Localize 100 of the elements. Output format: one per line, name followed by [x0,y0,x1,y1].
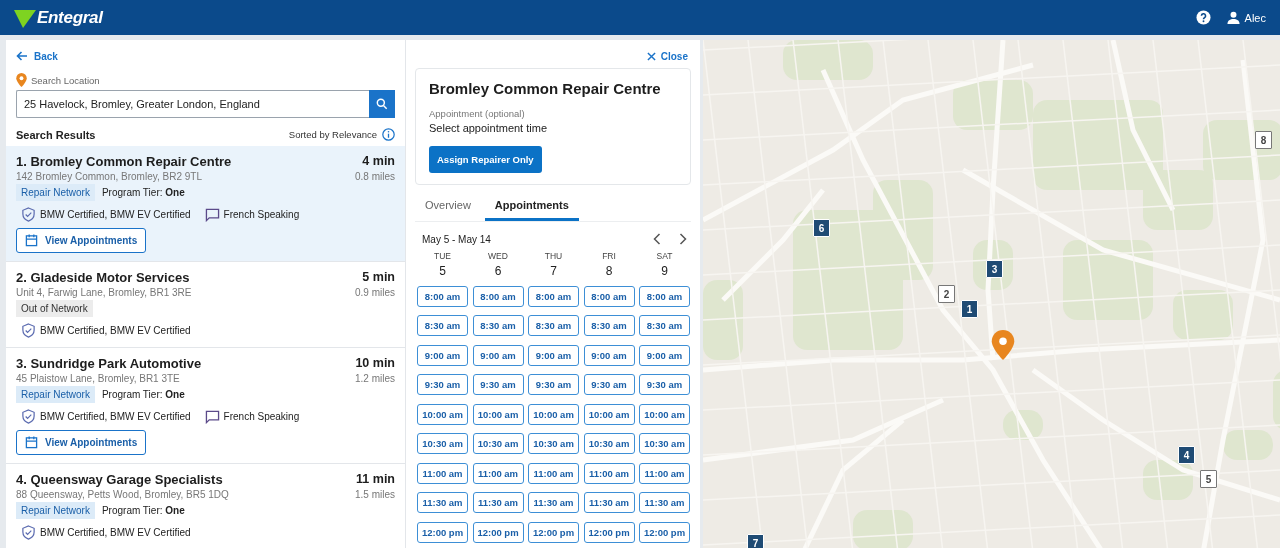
time-slot-button[interactable]: 11:00 am [639,462,690,484]
weekday-label: TUE [434,251,451,261]
drive-time: 11 min [356,472,395,487]
drive-time: 4 min [362,154,395,169]
time-slot-button[interactable]: 11:00 am [417,462,468,484]
time-slot-button[interactable]: 11:30 am [528,492,579,513]
close-link[interactable]: Close [646,51,688,62]
time-slot-button[interactable]: 10:30 am [472,433,524,454]
time-slot-button[interactable]: 8:30 am [639,315,690,336]
time-slot-button[interactable]: 11:00 am [528,462,579,484]
distance: 1.5 miles [355,489,395,500]
time-slot-button[interactable]: 9:00 am [417,344,468,366]
time-slot-button[interactable]: 8:30 am [417,315,468,336]
time-slot-button[interactable]: 9:30 am [528,374,579,395]
time-slot-button[interactable]: 11:30 am [472,492,524,513]
map-marker[interactable]: 2 [938,285,955,303]
time-slot-button[interactable]: 9:00 am [639,344,690,366]
time-slot-button[interactable]: 8:00 am [639,285,690,307]
map-marker[interactable]: 4 [1178,446,1195,464]
result-card[interactable]: 1. Bromley Common Repair Centre 4 min 142 Bromley Common, Bromley, BR2 9TL 0.8 miles Repair Network Program Tier: One BMW Certified, BMW EV Certified French Speaking View Appointments [6,146,405,262]
time-slot-button[interactable]: 12:00 pm [639,521,690,543]
view-appointments-button[interactable]: View Appointments [16,228,147,253]
map-marker[interactable]: 3 [986,260,1003,278]
time-slot-button[interactable]: 9:00 am [583,344,635,366]
time-slot-button[interactable]: 8:30 am [528,315,579,336]
weekday-label: FRI [602,251,616,261]
date-range: May 5 - May 14 [422,233,491,245]
back-link[interactable]: Back [16,50,58,62]
info-icon [382,128,395,141]
time-slot-button[interactable]: 8:00 am [583,285,635,307]
time-slot-button[interactable]: 10:30 am [528,433,579,454]
weekday-label: THU [544,251,563,261]
network-tag: Repair Network [16,502,95,519]
speech-bubble-icon [204,207,220,222]
language: French Speaking [223,209,300,220]
result-card[interactable]: 3. Sundridge Park Automotive 10 min 45 Plaistow Lane, Bromley, BR1 3TE 1.2 miles Repair Network Program Tier: One BMW Certified, BMW EV Certified French Speaking View Appointments [6,348,405,464]
time-slot-button[interactable]: 8:00 am [417,285,468,307]
map-marker[interactable]: 5 [1200,470,1217,488]
time-slot-button[interactable]: 12:00 pm [528,521,579,543]
time-slot-button[interactable]: 10:00 am [528,403,579,425]
logo-text: Entegral [37,7,103,28]
time-slot-button[interactable]: 8:30 am [583,315,635,336]
view-appointments-button[interactable]: View Appointments [16,430,147,455]
time-slot-button[interactable]: 9:30 am [472,374,524,395]
time-slot-button[interactable]: 11:30 am [417,492,468,513]
time-slot-button[interactable]: 9:30 am [639,374,690,395]
close-icon [646,52,656,61]
program-tier-label: Program Tier: One [101,187,185,198]
network-tag: Repair Network [16,184,95,201]
calendar-icon [25,436,38,449]
distance: 0.8 miles [355,171,395,182]
result-card[interactable]: 2. Gladeside Motor Services 5 min Unit 4, Farwig Lane, Bromley, BR1 3RE 0.9 miles Out of Network BMW Certified, BMW EV Certified [6,262,405,348]
time-slot-button[interactable]: 10:00 am [472,403,524,425]
time-slot-button[interactable]: 11:00 am [472,462,524,484]
tab[interactable]: Appointments [484,199,579,221]
time-slot-button[interactable]: 10:00 am [583,403,635,425]
time-slot-button[interactable]: 9:00 am [528,344,579,366]
help-icon[interactable] [1195,10,1211,25]
location-pin-icon [991,330,1015,360]
time-slot-button[interactable]: 8:00 am [472,285,524,307]
time-slot-button[interactable]: 9:30 am [417,374,468,395]
time-slot-button[interactable]: 11:30 am [639,492,690,513]
search-button[interactable] [369,90,395,118]
chevron-left-icon[interactable] [653,233,661,245]
time-slot-button[interactable]: 8:30 am [472,315,524,336]
results-heading: Search Results [16,128,96,141]
time-slot-button[interactable]: 9:00 am [472,344,524,366]
weekday-label: WED [488,251,508,261]
tab[interactable]: Overview [415,199,481,221]
program-tier-label: Program Tier: One [101,505,185,516]
network-tag: Out of Network [16,300,93,317]
map-marker[interactable]: 6 [813,219,830,237]
arrow-left-icon [16,51,28,61]
map-marker[interactable]: 1 [961,300,978,318]
logo-triangle-icon [14,7,36,28]
shield-check-icon [21,323,36,338]
time-slot-button[interactable]: 12:00 pm [472,521,524,543]
time-slot-button[interactable]: 11:30 am [583,492,635,513]
time-slot-button[interactable]: 10:30 am [583,433,635,454]
user-menu[interactable]: Alec [1226,11,1266,24]
assign-repairer-button[interactable]: Assign Repairer Only [429,146,542,173]
shield-check-icon [21,207,36,222]
time-slot-button[interactable]: 11:00 am [583,462,635,484]
map-marker[interactable]: 8 [1255,131,1272,149]
search-icon [375,97,389,111]
map-marker[interactable]: 7 [747,534,764,548]
result-card[interactable]: 4. Queensway Garage Specialists 11 min 88 Queensway, Petts Wood, Bromley, BR5 1DQ 1.5 miles Repair Network Program Tier: One BMW Certified, BMW EV Certified [6,464,405,548]
distance: 0.9 miles [355,287,395,298]
chevron-right-icon[interactable] [679,233,687,245]
time-slot-button[interactable]: 9:30 am [583,374,635,395]
certifications: BMW Certified, BMW EV Certified [40,527,191,538]
time-slot-button[interactable]: 12:00 pm [583,521,635,543]
time-slot-button[interactable]: 10:00 am [639,403,690,425]
search-field[interactable]: 25 Havelock, Bromley, Greater London, England [16,90,369,118]
time-slot-button[interactable]: 10:30 am [639,433,690,454]
time-slot-button[interactable]: 10:00 am [417,403,468,425]
time-slot-button[interactable]: 12:00 pm [417,521,468,543]
time-slot-button[interactable]: 8:00 am [528,285,579,307]
time-slot-button[interactable]: 10:30 am [417,433,468,454]
language: French Speaking [223,411,300,422]
